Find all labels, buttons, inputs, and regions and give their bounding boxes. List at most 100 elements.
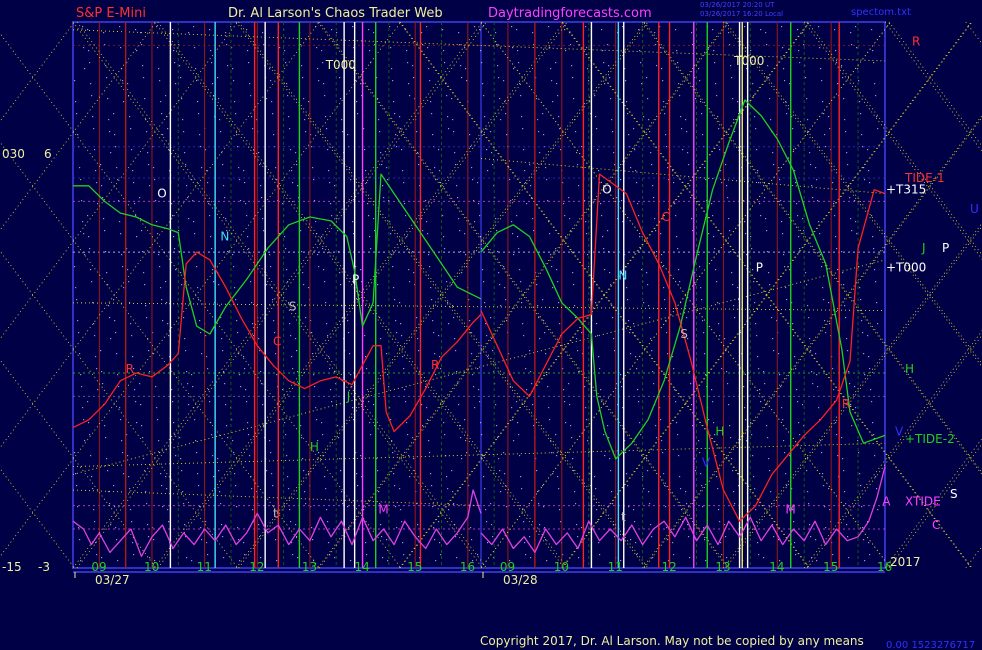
grid-dot	[171, 389, 173, 391]
grid-dot	[465, 254, 467, 256]
grid-dot	[648, 305, 650, 307]
grid-dot	[122, 452, 124, 454]
grid-dot	[106, 458, 108, 460]
grid-dot	[191, 374, 193, 376]
grid-dot	[413, 77, 415, 79]
grid-dot	[347, 320, 349, 322]
grid-dot	[873, 434, 875, 436]
grid-dot	[869, 554, 871, 556]
grid-dot	[400, 509, 402, 511]
grid-dot	[108, 119, 110, 121]
grid-dot	[285, 248, 287, 250]
grid-dot	[188, 32, 190, 34]
grid-dot	[171, 203, 173, 205]
grid-dot	[145, 305, 147, 307]
grid-dot	[236, 134, 238, 136]
grid-dot	[581, 146, 583, 148]
event-marker-label: R	[842, 397, 850, 411]
grid-dot	[518, 62, 520, 64]
grid-dot	[857, 68, 859, 70]
grid-dot	[186, 185, 188, 187]
grid-dot	[93, 323, 95, 325]
grid-dot	[80, 374, 82, 376]
grid-dot	[856, 233, 858, 235]
grid-dot	[520, 95, 522, 97]
grid-dot	[478, 203, 480, 205]
grid-dot	[779, 179, 781, 181]
grid-dot	[350, 179, 352, 181]
grid-dot	[446, 95, 448, 97]
grid-dot	[312, 167, 314, 169]
grid-dot	[172, 215, 174, 217]
grid-dot	[737, 101, 739, 103]
grid-dot	[271, 473, 273, 475]
grid-dot	[156, 26, 158, 28]
grid-dot	[807, 491, 809, 493]
grid-dot	[76, 485, 78, 487]
grid-dot	[301, 251, 303, 253]
grid-dot	[834, 215, 836, 217]
grid-dot	[443, 236, 445, 238]
grid-dot	[497, 65, 499, 67]
grid-dot	[153, 539, 155, 541]
grid-dot	[763, 371, 765, 373]
grid-dot	[851, 44, 853, 46]
grid-dot	[141, 425, 143, 427]
grid-dot	[442, 215, 444, 217]
grid-dot	[572, 272, 574, 274]
grid-dot	[429, 80, 431, 82]
grid-dot	[719, 149, 721, 151]
fan-line	[0, 141, 320, 569]
grid-dot	[870, 389, 872, 391]
grid-dot	[877, 128, 879, 130]
grid-dot	[212, 269, 214, 271]
grid-dot	[269, 440, 271, 442]
grid-dot	[612, 317, 614, 319]
grid-dot	[744, 407, 746, 409]
grid-dot	[388, 386, 390, 388]
grid-dot	[225, 32, 227, 34]
grid-dot	[458, 32, 460, 34]
grid-dot	[393, 473, 395, 475]
grid-dot	[433, 527, 435, 529]
grid-dot	[201, 353, 203, 355]
grid-dot	[261, 197, 263, 199]
grid-dot	[875, 476, 877, 478]
grid-dot	[765, 218, 767, 220]
grid-dot	[795, 368, 797, 370]
grid-dot	[308, 473, 310, 475]
grid-dot	[284, 422, 286, 424]
grid-dot	[755, 509, 757, 511]
grid-dot	[769, 284, 771, 286]
hour-tick-label: 12	[249, 560, 264, 574]
grid-dot	[500, 119, 502, 121]
grid-dot	[76, 299, 78, 301]
grid-dot	[718, 323, 720, 325]
grid-dot	[745, 233, 747, 235]
grid-dot	[162, 320, 164, 322]
grid-dot	[234, 473, 236, 475]
grid-dot	[288, 116, 290, 118]
grid-dot	[399, 488, 401, 490]
grid-dot	[96, 182, 98, 184]
event-marker-label: M	[785, 502, 795, 516]
grid-dot	[557, 281, 559, 283]
grid-dot	[544, 332, 546, 334]
grid-dot	[295, 524, 297, 526]
grid-dot	[855, 221, 857, 223]
grid-dot	[239, 179, 241, 181]
grid-dot	[373, 218, 375, 220]
grid-dot	[183, 503, 185, 505]
grid-dot	[823, 299, 825, 301]
grid-dot	[336, 218, 338, 220]
grid-dot	[689, 185, 691, 187]
grid-dot	[391, 440, 393, 442]
date-label: 03/27	[95, 573, 130, 587]
grid-dot	[413, 272, 415, 274]
grid-dot	[210, 50, 212, 52]
grid-dot	[847, 164, 849, 166]
fan-line	[0, 468, 75, 569]
grid-dot	[248, 434, 250, 436]
grid-dot	[382, 185, 384, 187]
grid-dot	[131, 521, 133, 523]
